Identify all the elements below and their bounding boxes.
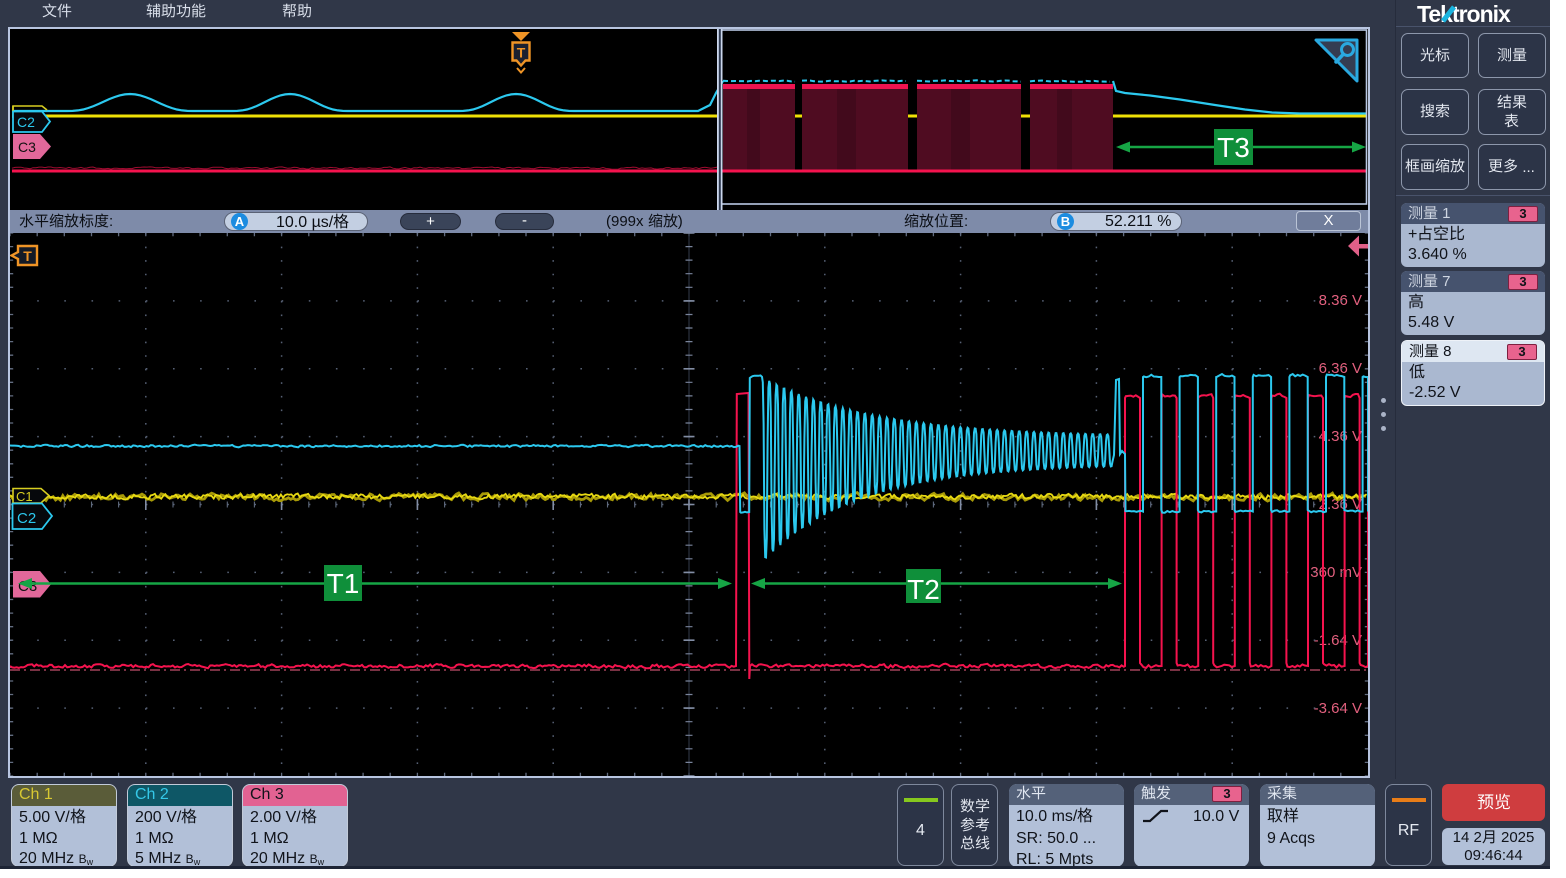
svg-text:T1: T1: [327, 568, 360, 599]
svg-text:T: T: [23, 248, 32, 264]
svg-text:C1: C1: [16, 489, 33, 504]
svg-text:T: T: [517, 45, 526, 61]
svg-text:T3: T3: [1217, 132, 1250, 163]
svg-text:C2: C2: [17, 114, 35, 130]
svg-text:T2: T2: [907, 574, 940, 605]
svg-text:C3: C3: [18, 139, 36, 155]
svg-text:C2: C2: [17, 510, 36, 527]
